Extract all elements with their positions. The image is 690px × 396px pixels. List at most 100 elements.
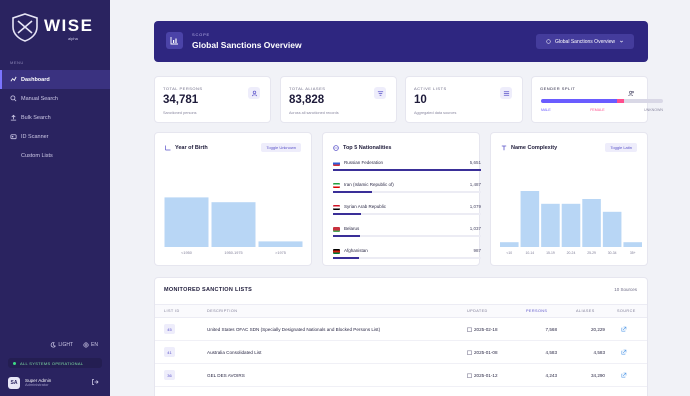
list-aliases: 20,229 xyxy=(590,327,605,332)
chart-bar[interactable] xyxy=(561,203,581,247)
card-title-text: Top 5 Nationalities xyxy=(343,145,392,151)
filter-icon xyxy=(374,87,386,99)
nationality-bar xyxy=(333,213,362,215)
list-description: GEL DES AVOIRS xyxy=(207,373,245,378)
scope-select-value: Global Sanctions Overview xyxy=(554,38,616,45)
sidebar-item-bulk-search[interactable]: Bulk Search xyxy=(0,108,110,127)
chart-bar[interactable] xyxy=(582,199,601,247)
flag-icon xyxy=(333,205,340,210)
users-icon xyxy=(625,87,637,99)
external-link-icon[interactable] xyxy=(621,372,627,378)
legend-female: FEMALE xyxy=(590,108,605,112)
chart-tick-label: >1975 xyxy=(275,251,286,255)
list-updated: 2025-01-12 xyxy=(474,373,498,378)
calendar-icon xyxy=(467,373,472,378)
list-id-badge: 45 xyxy=(164,324,175,334)
shield-logo-icon xyxy=(12,13,38,42)
user-info: Super Admin Administrator xyxy=(25,378,51,388)
logout-icon[interactable] xyxy=(91,378,99,386)
nationality-bar-track xyxy=(333,235,481,237)
nationality-bar-track xyxy=(333,257,481,259)
stat-value: 34,781 xyxy=(163,94,199,106)
table-row[interactable]: 41 Australia Consolidated List 2025-01-08 4… xyxy=(155,342,647,364)
dashboard-icon xyxy=(9,76,17,84)
header-description[interactable]: DESCRIPTION xyxy=(207,309,237,313)
language-toggle[interactable]: EN xyxy=(83,342,98,348)
table-source-count: 10 Sources xyxy=(614,287,637,292)
table-header: LIST ID DESCRIPTION UPDATED PERSONS ALIA… xyxy=(155,304,647,318)
chevron-down-icon xyxy=(620,40,623,43)
external-link-icon[interactable] xyxy=(621,349,627,355)
gender-legend: MALE FEMALE UNKNOWN xyxy=(541,108,663,112)
logo[interactable]: WISE alpha xyxy=(10,12,102,44)
list-aliases: 4,583 xyxy=(593,350,606,355)
chart-tick-label: <10 xyxy=(506,251,512,255)
stat-label: TOTAL ALIASES xyxy=(289,86,326,91)
sidebar-item-custom-lists[interactable]: Custom Lists xyxy=(0,146,110,165)
globe-icon xyxy=(546,39,551,44)
stat-card-active-lists: ACTIVE LISTS 10 Aggregated data sources xyxy=(405,76,523,123)
stat-subtext: Across all sanctioned records xyxy=(289,111,339,115)
gender-unknown-segment xyxy=(623,99,663,103)
chart-bar[interactable] xyxy=(520,191,540,247)
user-profile[interactable]: SA Super Admin Administrator xyxy=(8,375,102,391)
nationality-bar xyxy=(333,191,372,193)
header-source[interactable]: SOURCE xyxy=(617,309,636,313)
stat-card-total-persons: TOTAL PERSONS 34,781 Sanctioned persons xyxy=(154,76,271,123)
sidebar-item-id-scanner[interactable]: ID Scanner xyxy=(0,127,110,146)
chart-tick-label: 25-29 xyxy=(587,251,596,255)
header-updated[interactable]: UPDATED xyxy=(467,309,488,313)
sidebar: WISE alpha MENU Dashboard Manual Search … xyxy=(0,0,110,396)
scope-select[interactable]: Global Sanctions Overview xyxy=(536,34,634,49)
nationality-bar-track xyxy=(333,169,481,171)
chart-bar[interactable] xyxy=(500,242,519,247)
stat-subtext: Sanctioned persons xyxy=(163,111,197,115)
list-description: Australia Consolidated List xyxy=(207,350,262,355)
table-title: MONITORED SANCTION LISTS xyxy=(164,287,253,293)
table-row[interactable]: 45 United States OFAC SDN (Specially Desi… xyxy=(155,319,647,341)
logo-text: WISE xyxy=(44,16,94,35)
sidebar-item-dashboard[interactable]: Dashboard xyxy=(0,70,110,89)
chart-bar[interactable] xyxy=(211,202,256,247)
chart-bar[interactable] xyxy=(602,211,622,247)
list-aliases: 34,290 xyxy=(590,373,605,378)
calendar-icon xyxy=(467,327,472,332)
page-title: Global Sanctions Overview xyxy=(192,40,302,50)
chart-bar[interactable] xyxy=(258,241,303,247)
chart-tick-label: <1950 xyxy=(181,251,192,255)
upload-icon xyxy=(9,114,17,122)
chart-tick-label: 10-14 xyxy=(526,251,535,255)
flag-icon xyxy=(333,249,340,254)
list-persons: 4,583 xyxy=(545,350,558,355)
list-updated: 2025-02-18 xyxy=(474,327,498,332)
list-description: United States OFAC SDN (Specially Design… xyxy=(207,327,381,332)
banner-kicker: SCOPE xyxy=(192,32,211,37)
nationality-row: Afghanistan 987 xyxy=(333,247,481,269)
sidebar-controls: LIGHT EN xyxy=(0,339,110,351)
header-persons[interactable]: PERSONS xyxy=(526,309,547,313)
header-list-id[interactable]: LIST ID xyxy=(164,309,180,313)
stat-value: 83,828 xyxy=(289,94,325,106)
stat-label: TOTAL PERSONS xyxy=(163,86,203,91)
external-link-icon[interactable] xyxy=(621,326,627,332)
nationality-name: Syrian Arab Republic xyxy=(344,204,387,209)
system-status: ALL SYSTEMS OPERATIONAL xyxy=(8,358,102,368)
card-year-of-birth: Year of Birth Toggle Unknown <1950 1950-1… xyxy=(154,132,312,266)
nationality-count: 1,487 xyxy=(469,182,481,187)
table-row[interactable]: 36 GEL DES AVOIRS 2025-01-12 4,243 34,290 xyxy=(155,365,647,387)
logo-subtitle: alpha xyxy=(68,36,78,41)
sidebar-item-manual-search[interactable]: Manual Search xyxy=(0,89,110,108)
nationality-bar xyxy=(333,169,481,171)
chart-bar[interactable] xyxy=(164,197,209,247)
nationality-row: Russian Federation 5,651 xyxy=(333,159,481,181)
nationality-list: Russian Federation 5,651 Iran (Islamic Rep… xyxy=(333,159,481,269)
theme-toggle[interactable]: LIGHT xyxy=(50,342,73,348)
chart-bar[interactable] xyxy=(623,242,642,247)
header-aliases[interactable]: ALIASES xyxy=(576,309,595,313)
chart-bar[interactable] xyxy=(541,203,560,247)
year-of-birth-chart: <1950 1950-1975 >1975 xyxy=(164,197,303,255)
nationality-name: Belarus xyxy=(344,226,360,231)
nationality-bar xyxy=(333,235,361,237)
sidebar-nav: Dashboard Manual Search Bulk Search ID S… xyxy=(0,70,110,165)
gender-female-segment xyxy=(616,99,624,103)
